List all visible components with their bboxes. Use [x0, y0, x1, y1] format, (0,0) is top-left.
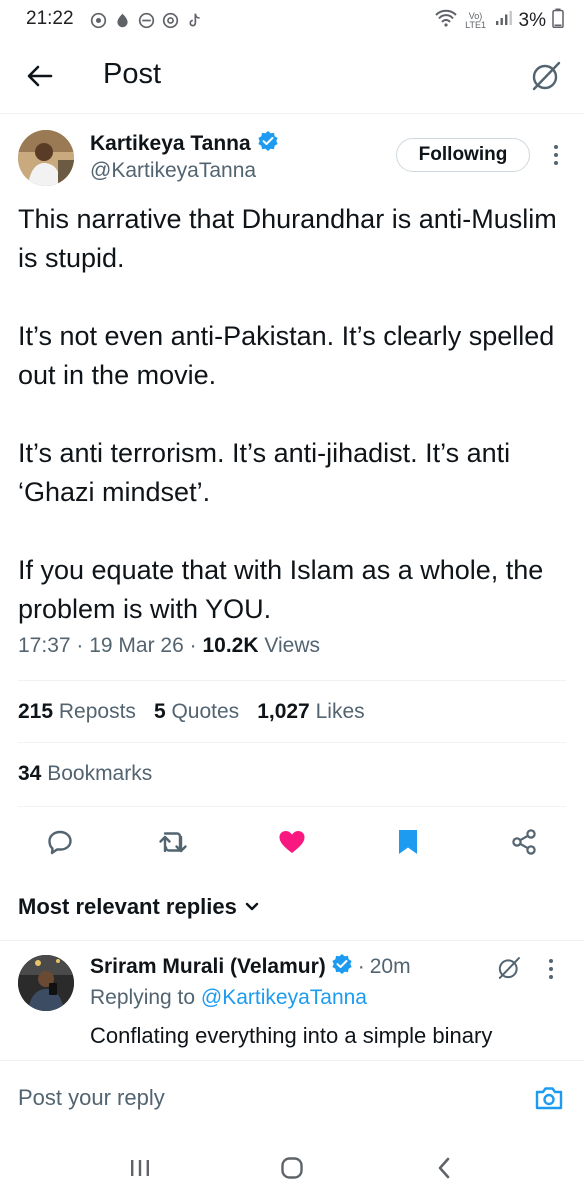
repost-icon: [159, 832, 187, 853]
more-vertical-icon: [549, 959, 553, 979]
camera-button[interactable]: [534, 1083, 564, 1113]
post-stats: 215 Reposts 5 Quotes 1,027 Likes: [18, 700, 365, 724]
reply-text: Conflating everything into a simple bina…: [90, 1023, 493, 1048]
back-button[interactable]: [22, 58, 58, 94]
verified-badge-icon: [331, 953, 353, 981]
bookmarks-count: 34: [18, 762, 42, 785]
tiktok-icon: [184, 10, 204, 30]
reposts-label: Reposts: [58, 700, 136, 723]
views-label: Views: [264, 634, 320, 657]
notification-app-icon: [88, 10, 108, 30]
home-icon: [281, 1157, 303, 1179]
divider: [0, 940, 584, 941]
author-avatar[interactable]: [18, 130, 74, 186]
recent-apps-button[interactable]: [120, 1148, 160, 1188]
status-time: 21:22: [26, 8, 74, 29]
reply-author-name[interactable]: Sriram Murali (Velamur): [90, 955, 326, 979]
heart-filled-icon: [279, 831, 305, 853]
divider: [18, 742, 566, 743]
chevron-left-icon: [438, 1157, 450, 1179]
battery-icon: [552, 8, 564, 33]
likes-label: Likes: [315, 700, 365, 723]
views-count: 10.2K: [202, 634, 259, 657]
recents-icon: [131, 1160, 149, 1176]
bookmark-button[interactable]: [388, 822, 428, 862]
reply-sort-label: Most relevant replies: [18, 894, 237, 919]
author-handle[interactable]: @KartikeyaTanna: [90, 159, 256, 183]
more-options-button[interactable]: [546, 142, 566, 168]
reply-separator: ·: [357, 955, 365, 978]
reply-time: 20m: [369, 955, 411, 978]
post-date: 19 Mar 26: [89, 634, 184, 657]
quotes-label: Quotes: [171, 700, 240, 723]
likes-count: 1,027: [257, 700, 310, 723]
camera-icon: [535, 1087, 563, 1110]
chevron-down-icon: [245, 902, 259, 911]
reply-author-avatar[interactable]: [18, 955, 74, 1011]
post-body: This narrative that Dhurandhar is anti-M…: [18, 200, 574, 629]
author-name-row[interactable]: Kartikeya Tanna: [90, 130, 279, 157]
meta-separator: ·: [189, 634, 203, 657]
home-button[interactable]: [272, 1148, 312, 1188]
reply-composer[interactable]: Post your reply: [0, 1060, 584, 1126]
bookmark-filled-icon: [399, 830, 417, 854]
replying-to: Replying to @KartikeyaTanna: [90, 986, 367, 1010]
reply-sort-dropdown[interactable]: Most relevant replies: [18, 894, 259, 920]
more-vertical-icon: [554, 145, 558, 165]
reply-header: Sriram Murali (Velamur) · 20m: [90, 953, 411, 981]
post-paragraph: It’s not even anti-Pakistan. It’s clearl…: [18, 321, 555, 390]
replying-prefix: Replying to: [90, 986, 196, 1009]
notification-icons: [88, 10, 204, 30]
divider: [18, 680, 566, 681]
share-icon: [512, 829, 536, 855]
post-paragraph: It’s anti terrorism. It’s anti-jihadist.…: [18, 438, 511, 507]
post-actions: [0, 822, 584, 862]
quotes-stat[interactable]: 5 Quotes: [154, 700, 239, 724]
meta-separator: ·: [76, 634, 90, 657]
author-name[interactable]: Kartikeya Tanna: [90, 132, 251, 156]
dnd-icon: [136, 10, 156, 30]
reply-icon: [48, 830, 72, 855]
reposts-count: 215: [18, 700, 54, 723]
post-header: Post: [0, 38, 584, 114]
post-paragraph: This narrative that Dhurandhar is anti-M…: [18, 204, 557, 273]
reply-grok-button[interactable]: [496, 955, 522, 986]
quotes-count: 5: [153, 700, 166, 723]
notification-app-icon: [160, 10, 180, 30]
likes-stat[interactable]: 1,027 Likes: [257, 700, 364, 724]
signal-icon: [495, 10, 513, 31]
status-bar: 21:22 Vo) LTE1 3%: [0, 0, 584, 38]
reposts-stat[interactable]: 215 Reposts: [18, 700, 136, 724]
status-right: Vo) LTE1 3%: [434, 8, 564, 33]
battery-percent: 3%: [518, 9, 546, 31]
bookmarks-stat[interactable]: 34 Bookmarks: [18, 762, 152, 786]
network-label: Vo) LTE1: [465, 10, 486, 30]
post-meta: 17:37 · 19 Mar 26 · 10.2K Views: [18, 634, 320, 658]
replying-handle-link[interactable]: @KartikeyaTanna: [201, 986, 367, 1009]
like-button[interactable]: [272, 822, 312, 862]
post-time: 17:37: [18, 634, 71, 657]
page-title: Post: [103, 58, 162, 90]
notification-app-icon: [112, 10, 132, 30]
grok-icon: [498, 957, 520, 979]
post-paragraph: If you equate that with Islam as a whole…: [18, 555, 544, 624]
reply-button[interactable]: [40, 822, 80, 862]
repost-button[interactable]: [153, 822, 193, 862]
wifi-icon: [434, 9, 457, 32]
divider: [18, 806, 566, 807]
verified-badge-icon: [257, 130, 279, 157]
bookmarks-label: Bookmarks: [47, 762, 153, 785]
grok-icon: [532, 61, 561, 91]
reply-more-button[interactable]: [548, 958, 554, 985]
grok-button[interactable]: [526, 56, 566, 96]
following-button[interactable]: Following: [396, 138, 530, 172]
reply-input[interactable]: Post your reply: [18, 1085, 165, 1111]
arrow-left-icon: [27, 65, 53, 87]
system-nav-bar: [0, 1126, 584, 1200]
share-button[interactable]: [504, 822, 544, 862]
system-back-button[interactable]: [424, 1148, 464, 1188]
